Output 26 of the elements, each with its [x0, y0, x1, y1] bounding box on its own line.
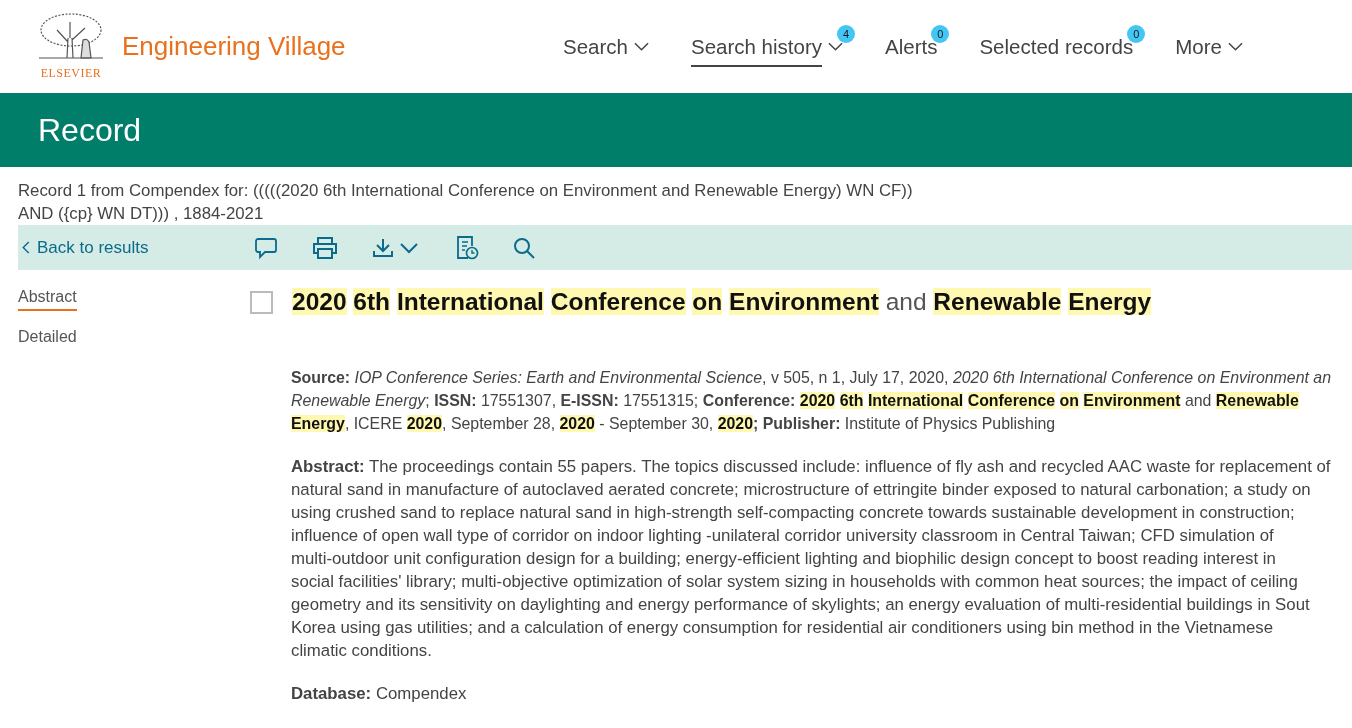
print-icon[interactable] — [311, 235, 339, 260]
publisher-name: ELSEVIER — [40, 66, 102, 81]
chevron-left-icon[interactable] — [22, 241, 30, 254]
tree-icon — [37, 12, 105, 60]
nav-link[interactable]: Search — [563, 26, 628, 67]
document-clock-icon[interactable] — [455, 234, 479, 261]
comment-icon[interactable] — [254, 235, 278, 260]
view-tab[interactable]: Detailed — [18, 328, 77, 351]
search-icon[interactable] — [512, 235, 536, 260]
count-badge: 4 — [837, 24, 855, 43]
abstract-text: Abstract: The proceedings contain 55 papers. The topics discussed include: influence of fly ash and recycled AAC waste for replacement of natural sand in manufacture of autoclaved aerated concrete; microstructure of ettringite binder exposed to natural carbonation; a study on using crushed sand to replace natural sand in high-strength self-compacting concrete towards sustainable development in construction; influence of open wall type of corridor on indoor lighting -unilateral corridor university classroom in Central Taiwan; CFD simulation of multi-outdoor unit configuration design for a building; energy-efficient lighting and biophilic design concept to boost reading interest in social facilities' library; multi-objective optimization of solar system sizing in households with common heat sources; the impact of ceiling geometry and its sensitivity on daylighting and energy performance of skylights; an energy evaluation of multi-residential buildings in Sout Korea using gas utilities; and a calculation of energy consumption for residential air conditioners using bin method in the Vietnamese climatic conditions. — [291, 456, 1332, 662]
chevron-down-icon[interactable] — [1227, 41, 1243, 52]
view-tab[interactable]: Abstract — [18, 288, 77, 311]
nav-link[interactable]: More — [1175, 26, 1222, 67]
count-badge: 0 — [931, 24, 950, 43]
query-summary: Record 1 from Compendex for: (((((2020 6th International Conference on Environment and Renewable Energy) WN CF)) AND ({cp} WN DT))) , 1884-2021 — [18, 180, 914, 225]
count-badge: 0 — [1127, 24, 1146, 43]
chevron-down-icon[interactable] — [828, 41, 843, 52]
chevron-down-icon[interactable] — [633, 41, 649, 52]
source-details: Source: IOP Conference Series: Earth and Environmental Science, v 505, n 1, July 17, 2020, 2020 6th International Conference on Environment an Renewable Energy; ISSN: 17551307, E-ISSN: 17551315; Conference: 2020 6th International Conference on Environment and Renewable Energy, ICERE 2020, September 28, 2020 - September 30, 2020; Publisher: Institute of Physics Publishing — [291, 368, 1332, 434]
nav-link[interactable]: Search history — [690, 26, 822, 67]
checkbox[interactable] — [250, 290, 273, 314]
back-link[interactable]: Back to results — [22, 237, 254, 258]
page-title: Record — [38, 111, 142, 149]
database-line: Database: Compendex — [291, 683, 468, 705]
record-title: 2020 6th International Conference on Environment and Renewable Energy — [292, 288, 1152, 316]
